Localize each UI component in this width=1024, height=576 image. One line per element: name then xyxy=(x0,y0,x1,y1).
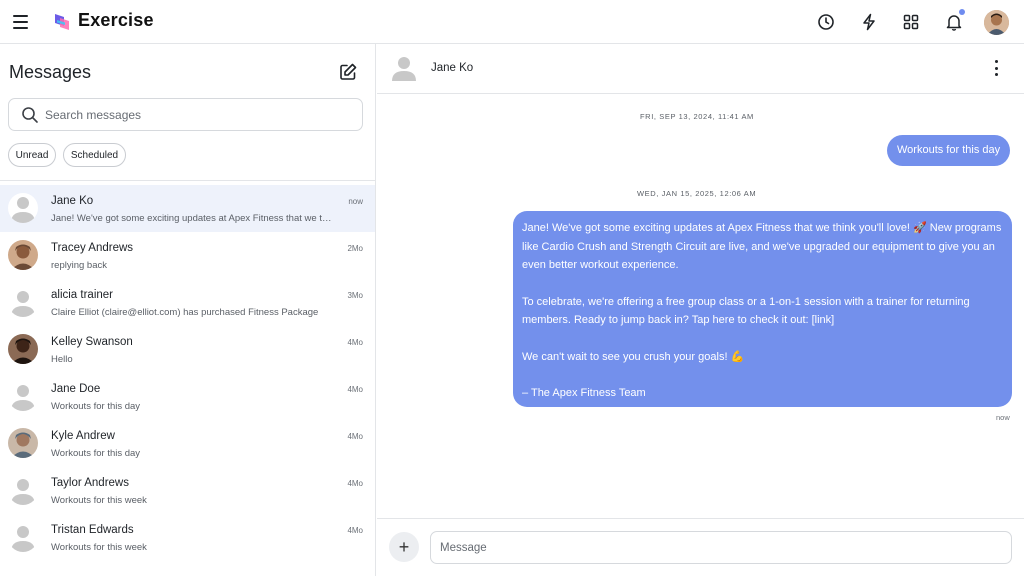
conversation-time: 4Mo xyxy=(347,385,363,394)
conversation-time: 4Mo xyxy=(347,432,363,441)
message-paragraph: To celebrate, we're offering a free grou… xyxy=(522,295,970,327)
lightning-icon[interactable] xyxy=(858,11,880,33)
search-input[interactable] xyxy=(45,99,355,130)
grid-icon[interactable] xyxy=(900,11,922,33)
conversation-name: Jane Doe xyxy=(51,383,101,395)
conversation-time: now xyxy=(348,197,363,206)
conversation-time: 3Mo xyxy=(347,291,363,300)
conversation-preview: Claire Elliot (claire@elliot.com) has pu… xyxy=(51,307,319,318)
filter-unread[interactable]: Unread xyxy=(8,143,56,167)
clock-icon[interactable] xyxy=(815,11,837,33)
chat-header: Jane Ko xyxy=(377,44,1024,94)
message-signature: – The Apex Fitness Team xyxy=(522,387,646,399)
message-bubble: Workouts for this day xyxy=(887,135,1011,166)
message-bubble: Jane! We've got some exciting updates at… xyxy=(513,211,1012,407)
avatar xyxy=(8,193,38,223)
conversation-preview: replying back xyxy=(51,260,107,271)
bell-icon[interactable] xyxy=(943,9,965,33)
search-icon xyxy=(22,107,38,123)
conversation-time: 2Mo xyxy=(347,244,363,253)
add-attachment-button[interactable]: + xyxy=(389,532,419,562)
page-title: Messages xyxy=(9,62,92,82)
conversation-item[interactable]: Kyle Andrew Workouts for this day 4Mo xyxy=(0,420,375,467)
conversation-time: 4Mo xyxy=(347,479,363,488)
conversation-name: Taylor Andrews xyxy=(51,477,129,489)
avatar xyxy=(8,287,38,317)
filter-scheduled[interactable]: Scheduled xyxy=(63,143,126,167)
avatar xyxy=(8,522,38,552)
conversation-name: Tristan Edwards xyxy=(51,524,134,536)
message-paragraph: We can't wait to see you crush your goal… xyxy=(522,350,745,363)
avatar xyxy=(8,240,38,270)
conversation-preview: Jane! We've got some exciting updates at… xyxy=(51,213,336,224)
conversation-item[interactable]: Tracey Andrews replying back 2Mo xyxy=(0,232,375,279)
search-box xyxy=(8,98,363,131)
conversation-preview: Workouts for this week xyxy=(51,542,147,553)
date-separator: WED, JAN 15, 2025, 12:06 AM xyxy=(637,189,757,198)
edit-icon[interactable] xyxy=(338,62,358,82)
conversation-time: 4Mo xyxy=(347,338,363,347)
contact-name: Jane Ko xyxy=(431,62,474,74)
contact-avatar xyxy=(392,57,416,81)
avatar xyxy=(8,334,38,364)
divider xyxy=(377,518,1024,519)
message-timestamp: now xyxy=(996,413,1010,422)
conversation-name: Kyle Andrew xyxy=(51,430,115,442)
date-separator: FRI, SEP 13, 2024, 11:41 AM xyxy=(640,112,754,121)
conversation-preview: Workouts for this day xyxy=(51,401,141,412)
conversation-list: Jane Ko Jane! We've got some exciting upd… xyxy=(0,185,375,561)
user-avatar[interactable] xyxy=(984,10,1009,35)
conversation-name: Kelley Swanson xyxy=(51,336,133,348)
chat-panel: Jane Ko FRI, SEP 13, 2024, 11:41 AM Work… xyxy=(377,44,1024,576)
avatar xyxy=(8,428,38,458)
conversation-preview: Workouts for this week xyxy=(51,495,147,506)
top-bar: Exercise xyxy=(0,0,1024,44)
message-input[interactable] xyxy=(430,531,1012,564)
conversation-item[interactable]: Tristan Edwards Workouts for this week 4Mo xyxy=(0,514,375,561)
avatar xyxy=(8,381,38,411)
conversation-preview: Workouts for this day xyxy=(51,448,141,459)
conversation-item[interactable]: Jane Ko Jane! We've got some exciting upd… xyxy=(0,185,375,232)
menu-icon[interactable] xyxy=(13,11,35,33)
conversation-name: Tracey Andrews xyxy=(51,242,134,254)
notification-dot xyxy=(959,9,965,15)
divider xyxy=(0,180,375,181)
app-logo xyxy=(55,14,69,30)
conversation-item[interactable]: Jane Doe Workouts for this day 4Mo xyxy=(0,373,375,420)
conversation-item[interactable]: alicia trainer Claire Elliot (claire@elli… xyxy=(0,279,375,326)
conversations-panel: Messages Unread Scheduled Jane Ko Jane! W… xyxy=(0,44,376,576)
conversation-name: alicia trainer xyxy=(51,289,113,301)
message-paragraph: Jane! We've got some exciting updates at… xyxy=(522,222,1002,271)
conversation-preview: Hello xyxy=(51,354,73,365)
avatar xyxy=(8,475,38,505)
app-title: Exercise xyxy=(78,10,154,30)
conversation-time: 4Mo xyxy=(347,526,363,535)
more-options-icon[interactable] xyxy=(993,60,999,76)
conversation-item[interactable]: Kelley Swanson Hello 4Mo xyxy=(0,326,375,373)
conversation-item[interactable]: Taylor Andrews Workouts for this week 4Mo xyxy=(0,467,375,514)
conversation-name: Jane Ko xyxy=(51,195,94,207)
